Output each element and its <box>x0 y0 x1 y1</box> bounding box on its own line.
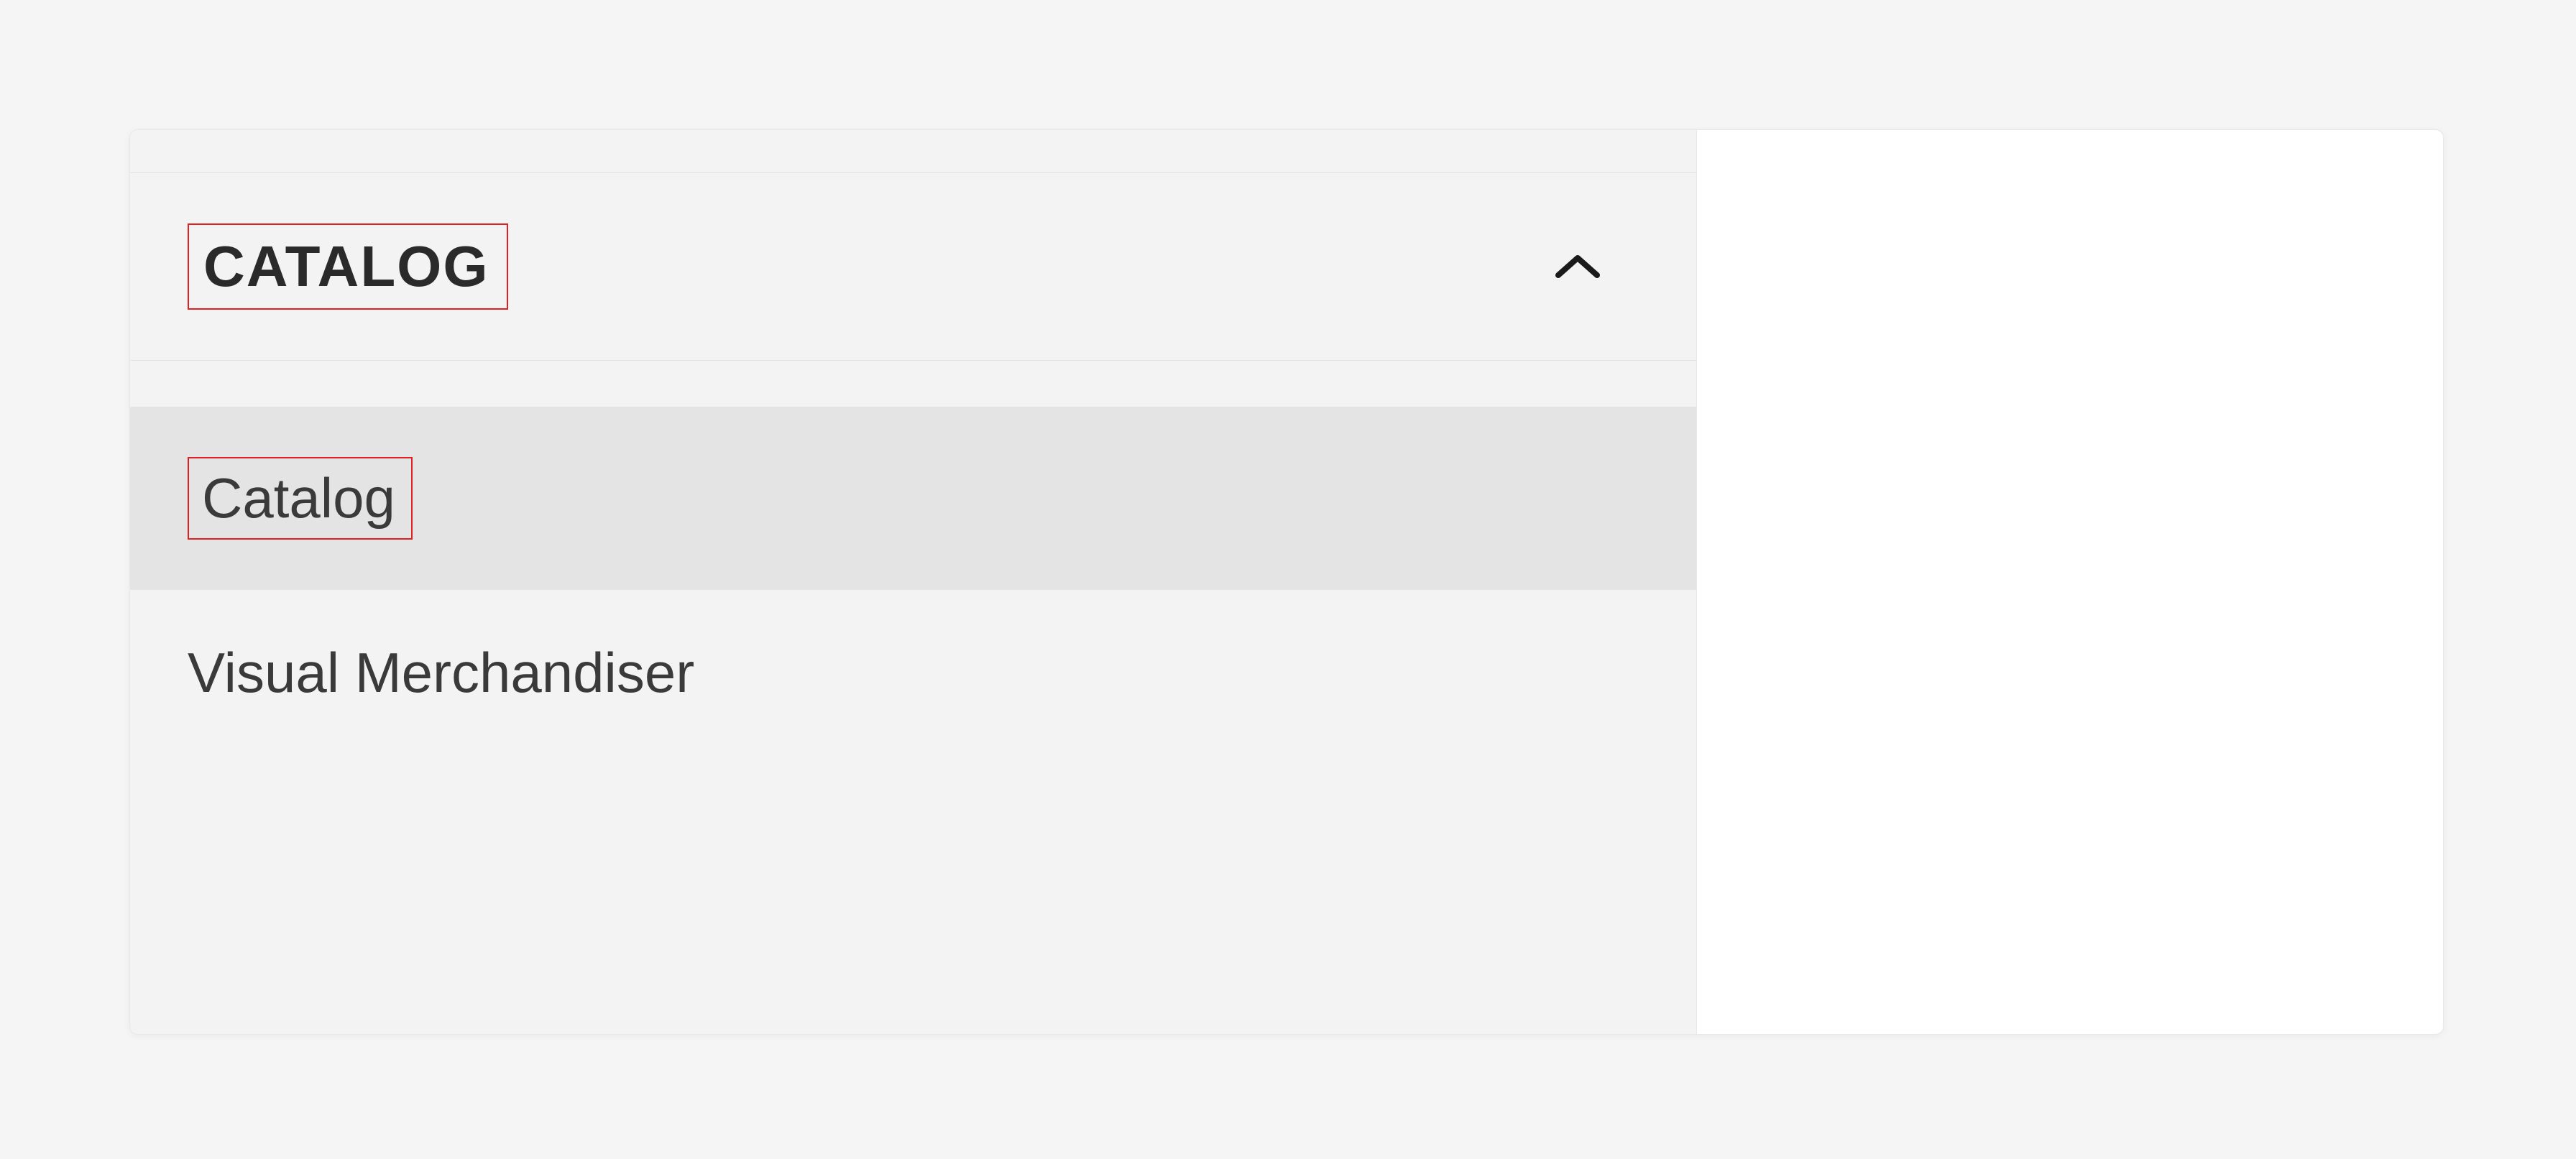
config-sidebar: CATALOG Catalog Visual Merchandiser <box>130 130 1697 1034</box>
section-gap <box>130 361 1696 407</box>
sidebar-item-highlight: Catalog <box>188 457 413 540</box>
section-title-highlight: CATALOG <box>188 223 508 310</box>
sidebar-item-label: Catalog <box>202 466 395 530</box>
sidebar-item-visual-merchandiser[interactable]: Visual Merchandiser <box>130 590 1696 756</box>
chevron-up-icon <box>1545 234 1610 299</box>
sidebar-item-label: Visual Merchandiser <box>188 640 694 706</box>
section-title: CATALOG <box>203 234 489 298</box>
config-panel: CATALOG Catalog Visual Merchandiser <box>129 129 2444 1035</box>
sidebar-top-strip <box>130 130 1696 173</box>
sidebar-item-catalog[interactable]: Catalog <box>130 407 1696 590</box>
section-header-catalog[interactable]: CATALOG <box>130 173 1696 361</box>
content-panel <box>1697 130 2443 1034</box>
